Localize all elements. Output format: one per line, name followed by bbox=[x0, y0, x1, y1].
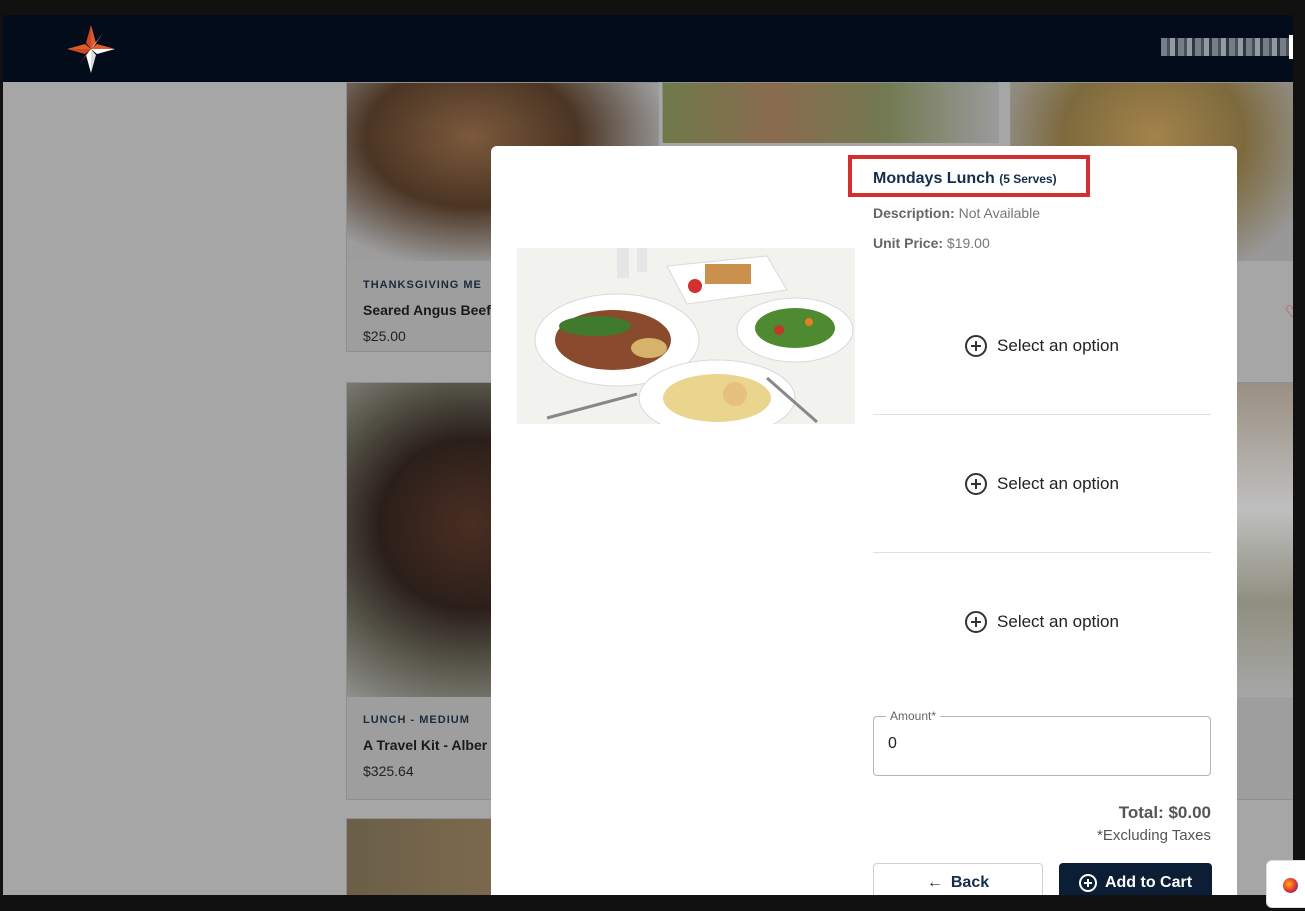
product-modal: Mondays Lunch (5 Serves) Description: No… bbox=[491, 146, 1237, 895]
back-label: Back bbox=[950, 874, 990, 891]
card-category: THANKSGIVING ME bbox=[363, 279, 482, 291]
option-label: Select an option bbox=[997, 473, 1119, 493]
plus-circle-icon bbox=[965, 611, 988, 633]
add-to-cart-label: Add to Cart bbox=[1104, 874, 1193, 891]
menu-card-image bbox=[663, 83, 999, 143]
menu-grid: THANKSGIVING ME Seared Angus Beef $25.00… bbox=[3, 82, 1293, 895]
product-title-text: Mondays Lunch bbox=[873, 170, 995, 187]
extension-widget-button[interactable] bbox=[1266, 860, 1305, 908]
description-value: Not Available bbox=[958, 205, 1041, 221]
description-line: Description: Not Available bbox=[873, 205, 1040, 221]
description-label: Description: bbox=[873, 205, 955, 221]
menu-card[interactable] bbox=[1233, 382, 1293, 800]
amount-field[interactable]: Amount* bbox=[873, 709, 1211, 776]
unit-price-value: $19.00 bbox=[946, 235, 990, 251]
add-to-cart-button[interactable]: Add to Cart bbox=[1059, 863, 1212, 895]
card-name: Seared Angus Beef bbox=[363, 302, 491, 318]
unit-price-line: Unit Price: $19.00 bbox=[873, 235, 990, 251]
plus-circle-icon bbox=[965, 334, 988, 357]
menu-card[interactable] bbox=[662, 82, 999, 143]
amount-label: Amount* bbox=[886, 709, 941, 723]
extension-icon bbox=[1283, 878, 1298, 893]
unit-price-label: Unit Price: bbox=[873, 235, 944, 251]
arrow-left-icon: ← bbox=[926, 874, 943, 891]
compass-star-icon[interactable] bbox=[63, 21, 119, 77]
favorite-icon[interactable]: ♡ bbox=[1285, 302, 1293, 322]
user-account-blurred[interactable] bbox=[1161, 38, 1289, 56]
browser-viewport: THANKSGIVING ME Seared Angus Beef $25.00… bbox=[3, 15, 1293, 895]
total-price: Total: $0.00 bbox=[1118, 803, 1211, 822]
option-label: Select an option bbox=[997, 612, 1119, 631]
card-price: $325.64 bbox=[363, 763, 414, 779]
top-navbar bbox=[3, 15, 1293, 82]
card-name: A Travel Kit - Alber bbox=[363, 737, 488, 753]
plus-circle-icon bbox=[965, 472, 988, 495]
product-serves: (5 Serves) bbox=[999, 172, 1057, 186]
product-photo bbox=[517, 248, 855, 424]
navbar-edge bbox=[1289, 35, 1293, 59]
tax-note: *Excluding Taxes bbox=[1097, 827, 1211, 844]
amount-input[interactable] bbox=[888, 735, 1188, 753]
option-selector-2[interactable]: Select an option bbox=[873, 415, 1211, 553]
menu-card-image bbox=[1234, 383, 1293, 697]
card-category: LUNCH - MEDIUM bbox=[363, 714, 470, 726]
option-selector-1[interactable]: Select an option bbox=[873, 277, 1211, 415]
plus-circle-icon bbox=[1078, 874, 1097, 892]
product-title: Mondays Lunch (5 Serves) bbox=[873, 170, 1057, 188]
card-price: $25.00 bbox=[363, 328, 406, 344]
back-button[interactable]: ← Back bbox=[873, 863, 1043, 895]
option-selector-3[interactable]: Select an option bbox=[873, 553, 1211, 691]
option-label: Select an option bbox=[997, 335, 1119, 355]
